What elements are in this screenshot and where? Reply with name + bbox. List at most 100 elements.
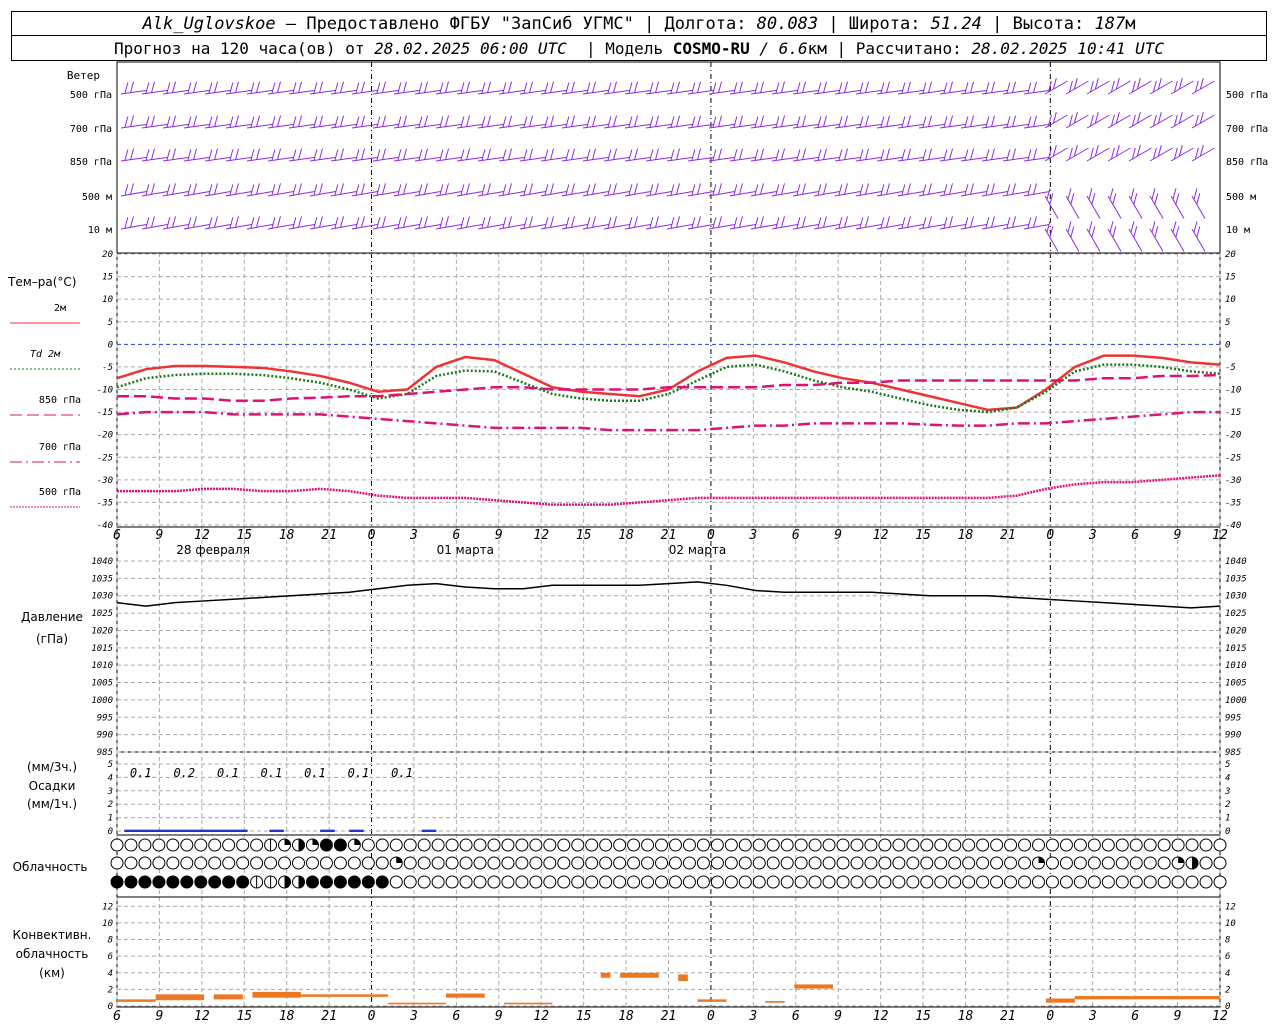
cloud-circle xyxy=(836,838,850,852)
cloud-cover-symbol xyxy=(892,856,906,870)
wind-barb-flag xyxy=(355,217,360,229)
pressure-tick-right: 1030 xyxy=(1225,592,1247,602)
pressure-unit: (гПа) xyxy=(36,632,68,646)
wind-barb xyxy=(1086,145,1110,162)
cloud-circle xyxy=(906,838,920,852)
temp-tick-right: -35 xyxy=(1225,498,1241,508)
cloud-circle xyxy=(766,838,780,852)
wind-barb xyxy=(267,81,294,95)
cloud-cover-symbol xyxy=(557,838,571,852)
day-label: 01 марта xyxy=(437,543,494,557)
wind-barb xyxy=(666,115,693,129)
conv-cloud-bar xyxy=(504,1002,553,1005)
cloud-circle xyxy=(1157,856,1171,870)
hour-tick-label: 12 xyxy=(873,528,889,543)
cloud-circle xyxy=(1143,838,1157,852)
wind-barb xyxy=(1170,221,1185,252)
cloud-circle xyxy=(1059,856,1073,870)
day-label: 28 февраля xyxy=(176,543,250,557)
hour-tick-label-bottom: 3 xyxy=(748,1009,757,1024)
wind-level-label: 700 гПа xyxy=(70,124,112,135)
wind-barb xyxy=(771,216,798,230)
wind-barb-flag xyxy=(943,116,948,128)
cloud-cover-symbol xyxy=(836,838,850,852)
cloud-circle xyxy=(333,875,347,889)
precip-amount-label: 0.1 xyxy=(348,766,370,780)
wind-barb xyxy=(645,183,672,197)
cloud-cover-symbol xyxy=(990,875,1004,889)
conv-tick-right: 0 xyxy=(1225,1002,1230,1012)
wind-barb xyxy=(1107,221,1122,252)
cloud-cover-symbol xyxy=(710,838,724,852)
wind-barb-flag xyxy=(649,149,654,161)
cloud-circle xyxy=(752,875,766,889)
wind-barb xyxy=(540,81,567,95)
cloud-cover-symbol xyxy=(627,875,641,889)
cloud-circle xyxy=(515,856,529,870)
wind-barb xyxy=(561,183,588,197)
cloud-cover-symbol xyxy=(585,856,599,870)
cloud-circle xyxy=(445,838,459,852)
cloud-circle xyxy=(655,856,669,870)
temp-tick-left: -10 xyxy=(97,386,113,396)
pressure-tick-left: 990 xyxy=(97,731,113,741)
wind-level-label: 850 гПа xyxy=(70,157,112,168)
pressure-tick-left: 1015 xyxy=(91,644,113,654)
conv-unit: (км) xyxy=(39,966,65,980)
wind-barb xyxy=(246,81,273,95)
cloud-cover-symbol xyxy=(222,856,236,870)
cloud-quarter xyxy=(396,857,403,863)
cloud-cover-symbol xyxy=(1171,856,1185,870)
cloud-circle xyxy=(571,856,585,870)
hour-tick-label-bottom: 21 xyxy=(321,1009,337,1024)
cloud-circle xyxy=(403,838,417,852)
wind-barb-flag xyxy=(907,148,912,160)
wind-barb-flag xyxy=(922,149,927,161)
wind-barb-flag xyxy=(376,184,381,196)
wind-barb-flag xyxy=(586,184,591,196)
wind-barb-flag xyxy=(166,217,171,229)
cloud-circle xyxy=(962,875,976,889)
wind-barb xyxy=(1086,188,1101,219)
cloud-circle xyxy=(613,856,627,870)
cloud-circle xyxy=(459,856,473,870)
cloud-circle xyxy=(613,875,627,889)
cloud-circle xyxy=(682,838,696,852)
cloud-circle xyxy=(459,838,473,852)
wind-barb-flag xyxy=(927,183,932,195)
pressure-tick-left: 1030 xyxy=(91,592,113,602)
wind-barb-flag xyxy=(466,81,471,93)
wind-barb xyxy=(351,115,378,129)
wind-barb xyxy=(918,148,945,162)
cloud-cover-symbol xyxy=(278,875,292,889)
wind-barb xyxy=(687,183,714,197)
conv-tick-left: 10 xyxy=(102,919,113,929)
precip-tick-right: 3 xyxy=(1224,787,1230,797)
conv-title-b: облачность xyxy=(16,947,89,961)
cloud-circle xyxy=(836,856,850,870)
precip-tick-left: 5 xyxy=(108,760,113,770)
cloud-circle xyxy=(920,838,934,852)
wind-barb xyxy=(456,183,483,197)
wind-barb xyxy=(498,216,525,230)
wind-barb-flag xyxy=(361,81,366,93)
cloud-circle xyxy=(1073,838,1087,852)
wind-barb xyxy=(351,81,378,95)
cloud-cover-symbol xyxy=(906,856,920,870)
wind-barb xyxy=(666,148,693,162)
wind-barb xyxy=(855,81,882,95)
conv-tick-left: 6 xyxy=(108,952,113,962)
wind-barb-flag xyxy=(397,82,402,94)
wind-barb-flag xyxy=(481,217,486,229)
wind-barb-flag xyxy=(844,115,849,127)
wind-barb xyxy=(729,148,756,162)
conv-cloud-bar xyxy=(155,994,205,1001)
cloud-circle xyxy=(1031,875,1045,889)
wind-barb xyxy=(288,148,315,162)
wind-barb-flag xyxy=(886,148,891,160)
conv-tick-left: 8 xyxy=(108,936,113,946)
wind-barb-flag xyxy=(802,115,807,127)
cloud-circle xyxy=(557,875,571,889)
wind-barb-flag xyxy=(649,116,654,128)
wind-barb-flag xyxy=(754,149,759,161)
